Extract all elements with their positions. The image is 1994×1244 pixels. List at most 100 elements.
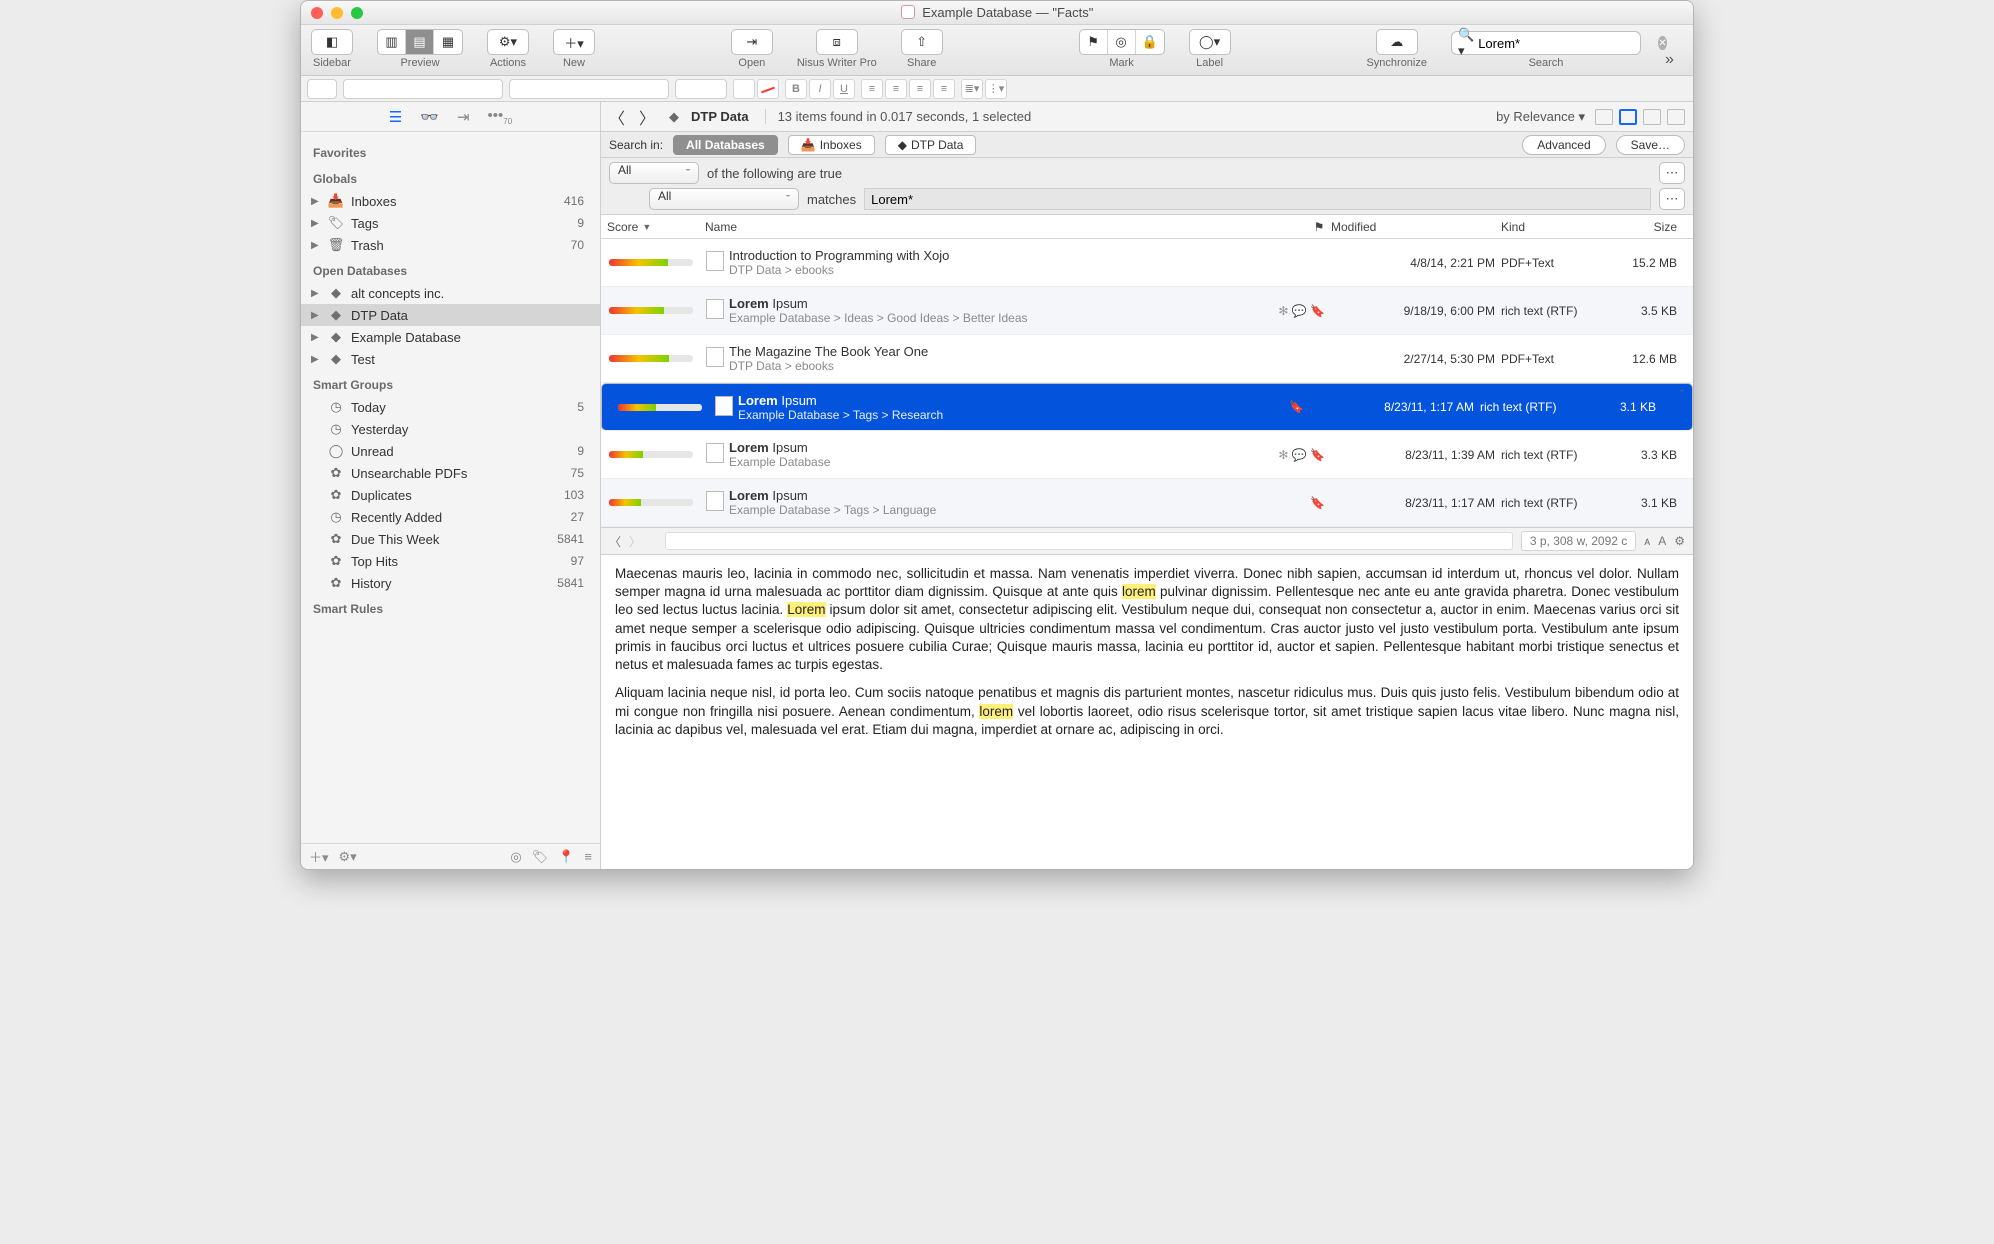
- result-row[interactable]: Lorem Ipsum Example Database > Ideas > G…: [601, 287, 1693, 335]
- sidebar-item[interactable]: ✿ Duplicates 103: [301, 484, 600, 506]
- view-list-button[interactable]: [1619, 109, 1637, 125]
- sort-menu[interactable]: by Relevance ▾: [1496, 109, 1585, 125]
- result-row[interactable]: Lorem Ipsum Example Database > Tags > La…: [601, 479, 1693, 527]
- disclosure-icon[interactable]: ▶: [311, 288, 321, 299]
- sidebar-tab-import[interactable]: ⇥: [457, 108, 470, 126]
- align-center-button[interactable]: ≡: [885, 79, 907, 99]
- sidebar-item[interactable]: ▶ ◆ Example Database: [301, 326, 600, 348]
- location-label[interactable]: DTP Data: [691, 109, 749, 124]
- sidebar-item[interactable]: ▶ ◆ alt concepts inc.: [301, 282, 600, 304]
- sidebar-filter-tag-icon[interactable]: 🏷: [532, 849, 549, 865]
- view-columns-button[interactable]: [1643, 109, 1661, 125]
- result-row[interactable]: Introduction to Programming with Xojo DT…: [601, 239, 1693, 287]
- italic-button[interactable]: I: [809, 79, 831, 99]
- list-style-button[interactable]: ⋮▾: [985, 79, 1007, 99]
- sidebar-filter-menu[interactable]: ≡: [584, 849, 592, 865]
- sync-button[interactable]: ☁︎: [1376, 29, 1418, 55]
- disclosure-icon[interactable]: ▶: [311, 310, 321, 321]
- nav-forward-button[interactable]: 〉: [639, 105, 657, 129]
- lock-button[interactable]: 🔒: [1136, 30, 1164, 54]
- scope-inboxes[interactable]: 📥Inboxes: [788, 135, 875, 155]
- underline-button[interactable]: U: [833, 79, 855, 99]
- sidebar-item[interactable]: ✿ Unsearchable PDFs 75: [301, 462, 600, 484]
- criteria-row-options-button[interactable]: ⋯: [1659, 188, 1685, 210]
- sidebar-item[interactable]: ▶ 🗑 Trash 70: [301, 234, 600, 256]
- sidebar-item[interactable]: ▶ ◆ DTP Data: [301, 304, 600, 326]
- sidebar-tab-navigate[interactable]: ☰: [389, 108, 402, 126]
- clear-search-button[interactable]: ✕: [1658, 36, 1666, 50]
- save-search-button[interactable]: Save…: [1616, 135, 1685, 155]
- align-justify-button[interactable]: ≡: [933, 79, 955, 99]
- preview-none-button[interactable]: ▥: [378, 30, 406, 54]
- toolbar-search-input[interactable]: [1478, 36, 1654, 51]
- sidebar-item[interactable]: ▶ 📥 Inboxes 416: [301, 190, 600, 212]
- highlight-color-button[interactable]: [757, 79, 779, 99]
- text-smaller-button[interactable]: ᴀ: [1644, 534, 1650, 548]
- scope-dtp-data[interactable]: ◆DTP Data: [885, 135, 977, 155]
- text-color-button[interactable]: [733, 79, 755, 99]
- text-larger-button[interactable]: A: [1658, 534, 1666, 548]
- col-name[interactable]: Name: [701, 220, 1307, 234]
- disclosure-icon[interactable]: ▶: [311, 332, 321, 343]
- results-list[interactable]: Introduction to Programming with Xojo DT…: [601, 239, 1693, 527]
- preview-pane[interactable]: Maecenas mauris leo, lacinia in commodo …: [601, 555, 1693, 869]
- col-size[interactable]: Size: [1617, 220, 1693, 234]
- sidebar-item[interactable]: ◯ Unread 9: [301, 440, 600, 462]
- sidebar-item[interactable]: ✿ History 5841: [301, 572, 600, 594]
- font-size-select[interactable]: [675, 79, 727, 99]
- sidebar-action-button[interactable]: ⚙︎▾: [339, 849, 357, 865]
- preview-mode-segment[interactable]: ▥ ▤ ▦: [377, 29, 463, 55]
- flag-button[interactable]: ⚑: [1080, 30, 1108, 54]
- sidebar-tab-extras[interactable]: •••70: [488, 107, 513, 126]
- sidebar-add-button[interactable]: ＋▾: [309, 847, 329, 866]
- align-right-button[interactable]: ≡: [909, 79, 931, 99]
- criteria-scope-select[interactable]: All: [609, 162, 699, 184]
- result-row[interactable]: The Magazine The Book Year One DTP Data …: [601, 335, 1693, 383]
- criteria-value-input[interactable]: [864, 188, 1651, 210]
- sidebar-item[interactable]: ◷ Today 5: [301, 396, 600, 418]
- toolbar-overflow-button[interactable]: »: [1665, 51, 1683, 69]
- font-family-select[interactable]: [343, 79, 503, 99]
- result-row[interactable]: Lorem Ipsum Example Database > Tags > Re…: [601, 383, 1693, 431]
- preview-wide-button[interactable]: ▦: [434, 30, 462, 54]
- sidebar-item[interactable]: ✿ Top Hits 97: [301, 550, 600, 572]
- view-cover-button[interactable]: [1667, 109, 1685, 125]
- open-button[interactable]: ⇥: [731, 29, 773, 55]
- actions-menu-button[interactable]: ⚙︎▾: [487, 29, 529, 55]
- preview-standard-button[interactable]: ▤: [406, 30, 434, 54]
- line-spacing-button[interactable]: ≣▾: [961, 79, 983, 99]
- new-menu-button[interactable]: ＋▾: [553, 29, 595, 55]
- preview-back-button[interactable]: 〈: [609, 533, 621, 550]
- col-flag[interactable]: ⚑: [1307, 220, 1331, 234]
- paragraph-style-select[interactable]: [307, 79, 337, 99]
- sidebar-item[interactable]: ◷ Recently Added 27: [301, 506, 600, 528]
- sidebar-filter-pin-icon[interactable]: 📍: [558, 849, 574, 865]
- sidebar-item[interactable]: ▶ 🏷 Tags 9: [301, 212, 600, 234]
- share-button[interactable]: ⇧: [901, 29, 943, 55]
- criteria-options-button[interactable]: ⋯: [1659, 162, 1685, 184]
- col-score[interactable]: Score ▼: [601, 220, 701, 234]
- preview-settings-button[interactable]: ⚙: [1674, 534, 1685, 548]
- preview-forward-button[interactable]: 〉: [629, 533, 641, 550]
- align-left-button[interactable]: ≡: [861, 79, 883, 99]
- toolbar-search-field[interactable]: 🔍▾ ✕: [1451, 31, 1641, 55]
- advanced-button[interactable]: Advanced: [1522, 135, 1605, 155]
- result-row[interactable]: Lorem Ipsum Example Database ✻ 💬 🔖 8/23/…: [601, 431, 1693, 479]
- criteria-field-select[interactable]: All: [649, 188, 799, 210]
- disclosure-icon[interactable]: ▶: [311, 354, 321, 365]
- disclosure-icon[interactable]: ▶: [311, 218, 321, 229]
- sidebar-item[interactable]: ✿ Due This Week 5841: [301, 528, 600, 550]
- bold-button[interactable]: B: [785, 79, 807, 99]
- disclosure-icon[interactable]: ▶: [311, 240, 321, 251]
- sidebar-filter-target-icon[interactable]: ◎: [510, 849, 521, 865]
- sidebar-item[interactable]: ▶ ◆ Test: [301, 348, 600, 370]
- nav-back-button[interactable]: 〈: [609, 105, 627, 129]
- sidebar-toggle-button[interactable]: ◧: [311, 29, 353, 55]
- nisus-button[interactable]: ⧈: [816, 29, 858, 55]
- label-menu-button[interactable]: ◯▾: [1189, 29, 1231, 55]
- font-style-select[interactable]: [509, 79, 669, 99]
- scope-all-databases[interactable]: All Databases: [673, 135, 778, 155]
- view-icons-button[interactable]: [1595, 109, 1613, 125]
- preview-path-field[interactable]: [665, 532, 1513, 550]
- disclosure-icon[interactable]: ▶: [311, 196, 321, 207]
